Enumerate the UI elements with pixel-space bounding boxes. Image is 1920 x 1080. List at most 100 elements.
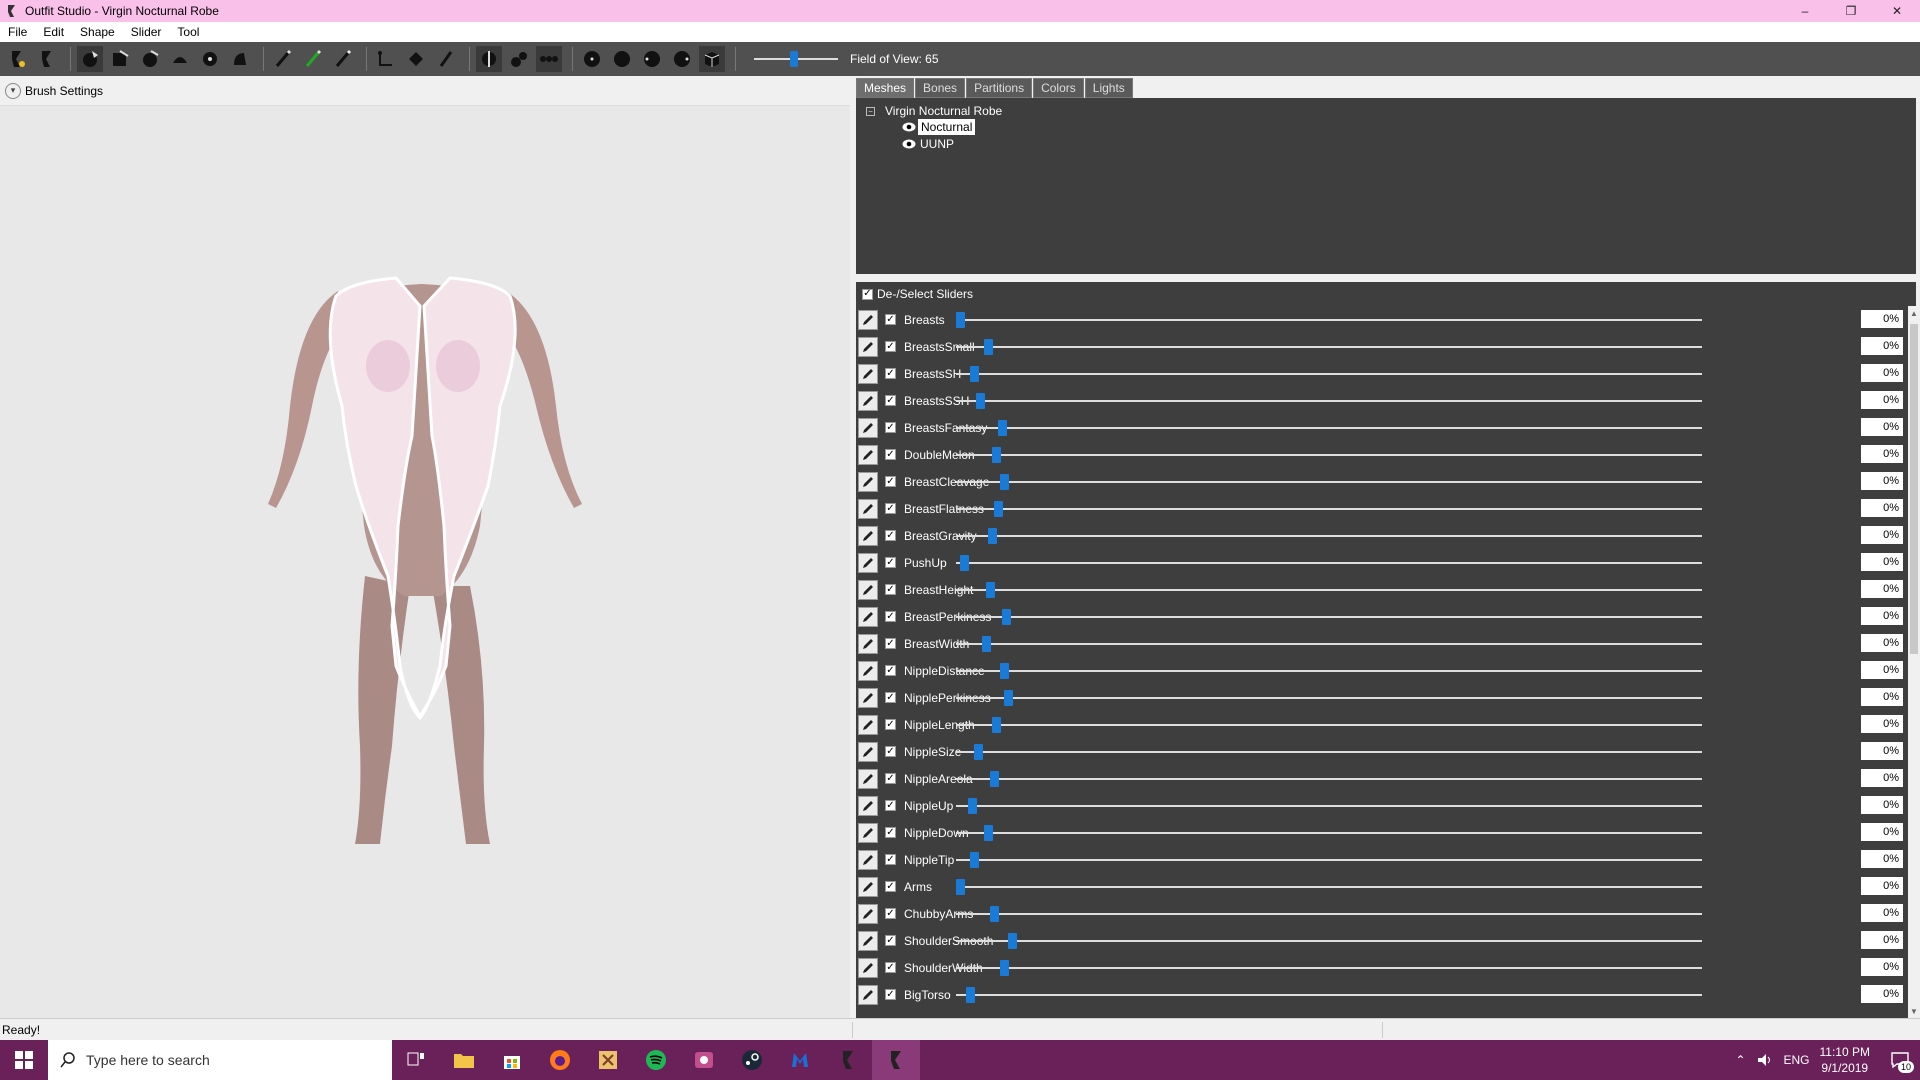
edit-slider-button[interactable]	[858, 849, 878, 870]
slider-thumb[interactable]	[992, 717, 1001, 733]
slider-value-field[interactable]: 0%	[1861, 931, 1903, 949]
edit-slider-button[interactable]	[858, 498, 878, 519]
slider-value-field[interactable]: 0%	[1861, 634, 1903, 652]
edit-slider-button[interactable]	[858, 309, 878, 330]
tab-lights[interactable]: Lights	[1084, 78, 1133, 98]
steam-button[interactable]	[728, 1040, 776, 1080]
slider-checkbox[interactable]: ✓	[885, 989, 896, 1000]
slider-checkbox[interactable]: ✓	[885, 827, 896, 838]
slider-value-field[interactable]: 0%	[1861, 715, 1903, 733]
taskbar-search-box[interactable]: Type here to search	[48, 1040, 392, 1080]
edit-slider-button[interactable]	[858, 390, 878, 411]
edit-slider-button[interactable]	[858, 417, 878, 438]
edit-slider-button[interactable]	[858, 336, 878, 357]
slider-track[interactable]	[956, 589, 1702, 591]
slider-value-field[interactable]: 0%	[1861, 526, 1903, 544]
slider-value-field[interactable]: 0%	[1861, 391, 1903, 409]
slider-checkbox[interactable]: ✓	[885, 341, 896, 352]
edit-slider-button[interactable]	[858, 525, 878, 546]
slider-track[interactable]	[956, 724, 1702, 726]
slider-track[interactable]	[956, 670, 1702, 672]
slider-thumb[interactable]	[956, 312, 965, 328]
action-center-button[interactable]: 10	[1880, 1040, 1920, 1080]
slider-thumb[interactable]	[986, 582, 995, 598]
x-mirror-button[interactable]	[476, 46, 502, 72]
slider-value-field[interactable]: 0%	[1861, 337, 1903, 355]
eye-icon[interactable]	[902, 122, 916, 132]
tab-bones[interactable]: Bones	[915, 78, 966, 98]
slider-track[interactable]	[956, 616, 1702, 618]
edit-slider-button[interactable]	[858, 363, 878, 384]
collapse-icon[interactable]: −	[866, 106, 875, 116]
slider-thumb[interactable]	[970, 366, 979, 382]
slider-checkbox[interactable]: ✓	[885, 746, 896, 757]
slider-checkbox[interactable]: ✓	[885, 665, 896, 676]
field-of-view-slider[interactable]	[754, 46, 838, 72]
slider-value-field[interactable]: 0%	[1861, 769, 1903, 787]
slider-checkbox[interactable]: ✓	[885, 638, 896, 649]
slider-thumb[interactable]	[994, 501, 1003, 517]
slider-checkbox[interactable]: ✓	[885, 530, 896, 541]
slider-checkbox[interactable]: ✓	[885, 476, 896, 487]
app-button[interactable]	[584, 1040, 632, 1080]
slider-thumb[interactable]	[992, 447, 1001, 463]
slider-checkbox[interactable]: ✓	[885, 584, 896, 595]
slider-checkbox[interactable]: ✓	[885, 800, 896, 811]
slider-checkbox[interactable]: ✓	[885, 962, 896, 973]
slider-thumb[interactable]	[984, 339, 993, 355]
eye-icon[interactable]	[902, 139, 916, 149]
media-app-button[interactable]	[680, 1040, 728, 1080]
slider-thumb[interactable]	[982, 636, 991, 652]
undiff-brush-button[interactable]	[227, 46, 253, 72]
slider-thumb[interactable]	[1000, 474, 1009, 490]
edit-slider-button[interactable]	[858, 606, 878, 627]
slider-value-field[interactable]: 0%	[1861, 958, 1903, 976]
edit-slider-button[interactable]	[858, 984, 878, 1005]
tab-meshes[interactable]: Meshes	[856, 78, 915, 98]
slider-track[interactable]	[956, 859, 1702, 861]
slider-track[interactable]	[956, 427, 1702, 429]
weight-brush-button[interactable]	[270, 46, 296, 72]
back-view-button[interactable]	[609, 46, 635, 72]
slider-track[interactable]	[956, 508, 1702, 510]
chevron-down-icon[interactable]: ▾	[5, 82, 21, 99]
slider-value-field[interactable]: 0%	[1861, 553, 1903, 571]
start-button[interactable]	[0, 1040, 48, 1080]
slider-checkbox[interactable]: ✓	[885, 908, 896, 919]
slider-checkbox[interactable]: ✓	[885, 611, 896, 622]
slider-thumb[interactable]	[974, 744, 983, 760]
alpha-brush-button[interactable]	[330, 46, 356, 72]
edit-slider-button[interactable]	[858, 903, 878, 924]
brush-settings-bar[interactable]: ▾ Brush Settings	[0, 76, 850, 106]
malwarebytes-button[interactable]	[776, 1040, 824, 1080]
slider-track[interactable]	[956, 967, 1702, 969]
firefox-button[interactable]	[536, 1040, 584, 1080]
edit-slider-button[interactable]	[858, 714, 878, 735]
slider-thumb[interactable]	[1004, 690, 1013, 706]
clock[interactable]: 11:10 PM 9/1/2019	[1820, 1044, 1870, 1076]
slider-track[interactable]	[956, 481, 1702, 483]
right-view-button[interactable]	[669, 46, 695, 72]
slider-checkbox[interactable]: ✓	[885, 368, 896, 379]
slider-thumb[interactable]	[976, 393, 985, 409]
global-brush-button[interactable]	[536, 46, 562, 72]
scroll-down-icon[interactable]: ▼	[1908, 1004, 1920, 1018]
split-edge-button[interactable]	[433, 46, 459, 72]
slider-track[interactable]	[956, 373, 1702, 375]
slider-track[interactable]	[956, 454, 1702, 456]
slider-checkbox[interactable]: ✓	[885, 773, 896, 784]
slider-track[interactable]	[956, 994, 1702, 996]
slider-checkbox[interactable]: ✓	[885, 719, 896, 730]
edit-slider-button[interactable]	[858, 687, 878, 708]
select-tool-button[interactable]	[4, 46, 30, 72]
edit-slider-button[interactable]	[858, 795, 878, 816]
slider-thumb[interactable]	[984, 825, 993, 841]
mask-brush-button[interactable]	[77, 46, 103, 72]
volume-icon[interactable]	[1756, 1052, 1774, 1068]
edit-slider-button[interactable]	[858, 579, 878, 600]
transform-tool-button[interactable]	[34, 46, 60, 72]
edit-slider-button[interactable]	[858, 552, 878, 573]
chevron-up-icon[interactable]: ⌃	[1735, 1053, 1745, 1067]
slider-thumb[interactable]	[968, 798, 977, 814]
3d-viewport[interactable]	[0, 106, 850, 1018]
